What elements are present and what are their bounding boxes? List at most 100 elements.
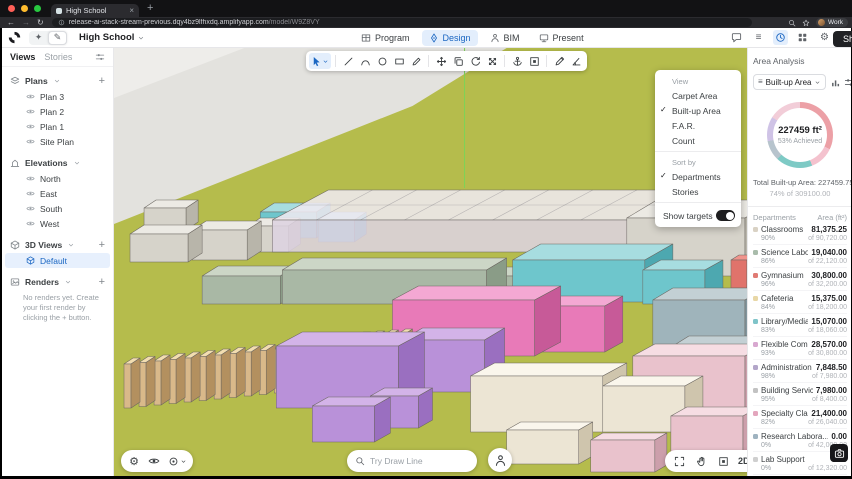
metric-selector[interactable]: ≡ Built-up Area [753, 74, 826, 90]
zoom-fit-button[interactable] [670, 452, 688, 470]
add-render-button[interactable]: + [99, 277, 105, 288]
sidebar-item-plan-1[interactable]: Plan 1 [5, 119, 110, 134]
snap-settings-button[interactable] [165, 452, 189, 470]
select-tool[interactable] [309, 53, 331, 69]
site-info-icon[interactable] [58, 19, 65, 26]
bookmark-star-icon[interactable] [802, 19, 810, 27]
edit-pencil-button[interactable]: ✎ [48, 31, 67, 45]
browser-profile-chip[interactable]: Work [816, 18, 848, 27]
menu-item-built-up-area[interactable]: ✓Built-up Area [655, 103, 741, 118]
transform-tool[interactable] [484, 53, 500, 69]
department-row[interactable]: Classrooms81,375.2590%of 90,720.00 [753, 222, 847, 245]
list-button[interactable]: ≡ [751, 30, 766, 45]
menu-item-carpet-area[interactable]: Carpet Area [655, 88, 741, 103]
protractor-tool[interactable] [568, 53, 584, 69]
pan-hand-button[interactable] [692, 452, 710, 470]
sidebar-item-east[interactable]: East [5, 186, 110, 201]
sidebar-item-plan-3[interactable]: Plan 3 [5, 89, 110, 104]
sidebar-tab-views[interactable]: Views [10, 52, 35, 62]
toggle-2d-button[interactable]: 2D [736, 456, 747, 466]
sidebar-item-north[interactable]: North [5, 171, 110, 186]
tab-present[interactable]: Present [532, 30, 591, 46]
section-3d-views[interactable]: 3D Views + [2, 237, 113, 253]
rotate-tool[interactable] [467, 53, 483, 69]
apps-grid-button[interactable] [795, 30, 810, 45]
back-button[interactable]: ← [7, 19, 15, 27]
toolbar-divider [546, 55, 547, 67]
section-plans[interactable]: Plans + [2, 73, 113, 89]
settings-gear-button[interactable]: ⚙ [817, 30, 832, 45]
viewport-3d[interactable]: View Carpet Area✓Built-up AreaF.A.R.Coun… [114, 48, 747, 476]
department-row[interactable]: Specialty Class...21,400.0082%of 26,040.… [753, 406, 847, 429]
pen-tool[interactable] [551, 53, 567, 69]
copy-tool[interactable] [450, 53, 466, 69]
menu-item-stories[interactable]: Stories [655, 184, 741, 199]
section-renders[interactable]: Renders + [2, 274, 113, 290]
address-bar[interactable]: release-ai-stack-stream-previous.dqy4bz9… [52, 18, 752, 27]
sidebar-item-south[interactable]: South [5, 201, 110, 216]
reload-button[interactable]: ↻ [37, 19, 44, 27]
window-minimize-button[interactable] [21, 5, 28, 12]
department-row[interactable]: Faculty/Researc...0.000%of 260.00 [753, 475, 847, 476]
screen-capture-widget[interactable] [830, 444, 848, 462]
circle-tool[interactable] [374, 53, 390, 69]
chart-icon[interactable] [830, 77, 841, 88]
department-row[interactable]: Library/Media C...15,070.0083%of 18,060.… [753, 314, 847, 337]
department-row[interactable]: Cafeteria15,375.0084%of 18,200.00 [753, 291, 847, 314]
profile-label: Work [828, 19, 843, 26]
app-logo-icon[interactable] [8, 31, 21, 44]
freehand-tool[interactable] [408, 53, 424, 69]
history-clock-button[interactable] [773, 30, 788, 45]
share-button[interactable]: Share [833, 31, 852, 47]
menu-item-f-a-r[interactable]: F.A.R. [655, 118, 741, 133]
forward-button[interactable]: → [22, 19, 30, 27]
sidebar-item-west[interactable]: West [5, 216, 110, 231]
new-tab-button[interactable]: + [147, 3, 153, 14]
sidebar-filter-icon[interactable] [95, 52, 105, 62]
sidebar-tab-stories[interactable]: Stories [44, 52, 72, 62]
panel-sliders-icon[interactable] [844, 77, 851, 88]
mode-segmented-control: ✦ ✎ [29, 31, 67, 45]
environment-settings-button[interactable]: ⚙ [125, 452, 143, 470]
department-row[interactable]: Building Servic...7,980.0095%of 8,400.00 [753, 383, 847, 406]
view-settings-pill: ⚙ [121, 450, 193, 472]
first-person-button[interactable] [488, 448, 512, 472]
cube-icon [10, 240, 20, 250]
line-tool[interactable] [340, 53, 356, 69]
anchor-tool[interactable] [509, 53, 525, 69]
section-box-tool[interactable] [526, 53, 542, 69]
department-row[interactable]: Science Laborat...19,040.0086%of 22,120.… [753, 245, 847, 268]
menu-item-count[interactable]: Count [655, 133, 741, 148]
side-search-icon[interactable] [788, 19, 796, 27]
department-row[interactable]: Administration ...7,848.5098%of 7,980.00 [753, 360, 847, 383]
visibility-button[interactable] [145, 452, 163, 470]
department-row[interactable]: Gymnasium30,800.0096%of 32,200.00 [753, 268, 847, 291]
tab-program[interactable]: Program [354, 30, 417, 46]
window-zoom-button[interactable] [34, 5, 41, 12]
add-3d-view-button[interactable]: + [99, 240, 105, 251]
program-icon [361, 33, 371, 43]
browser-tab[interactable]: High School × [51, 4, 139, 17]
arc-tool[interactable] [357, 53, 373, 69]
show-targets-toggle[interactable] [716, 210, 735, 221]
move-tool[interactable] [433, 53, 449, 69]
project-title-menu[interactable]: High School [79, 32, 145, 43]
section-box-button[interactable] [714, 452, 732, 470]
tab-design[interactable]: Design [422, 30, 478, 46]
comments-button[interactable] [729, 30, 744, 45]
menu-item-departments[interactable]: ✓Departments [655, 169, 741, 184]
project-title: High School [79, 32, 134, 43]
ai-sparkle-button[interactable]: ✦ [29, 31, 48, 45]
rectangle-tool[interactable] [391, 53, 407, 69]
department-row[interactable]: Flexible Common...28,570.0093%of 30,800.… [753, 337, 847, 360]
sidebar-item-default[interactable]: Default [5, 253, 110, 268]
sidebar-item-site-plan[interactable]: Site Plan [5, 134, 110, 149]
section-elevations[interactable]: Elevations [2, 155, 113, 171]
sidebar-item-plan-2[interactable]: Plan 2 [5, 104, 110, 119]
command-search-input[interactable] [370, 456, 469, 466]
panel-divider [748, 206, 851, 207]
window-close-button[interactable] [8, 5, 15, 12]
tab-bim[interactable]: BIM [483, 30, 527, 46]
add-plan-button[interactable]: + [99, 76, 105, 87]
tab-close-icon[interactable]: × [129, 7, 134, 15]
